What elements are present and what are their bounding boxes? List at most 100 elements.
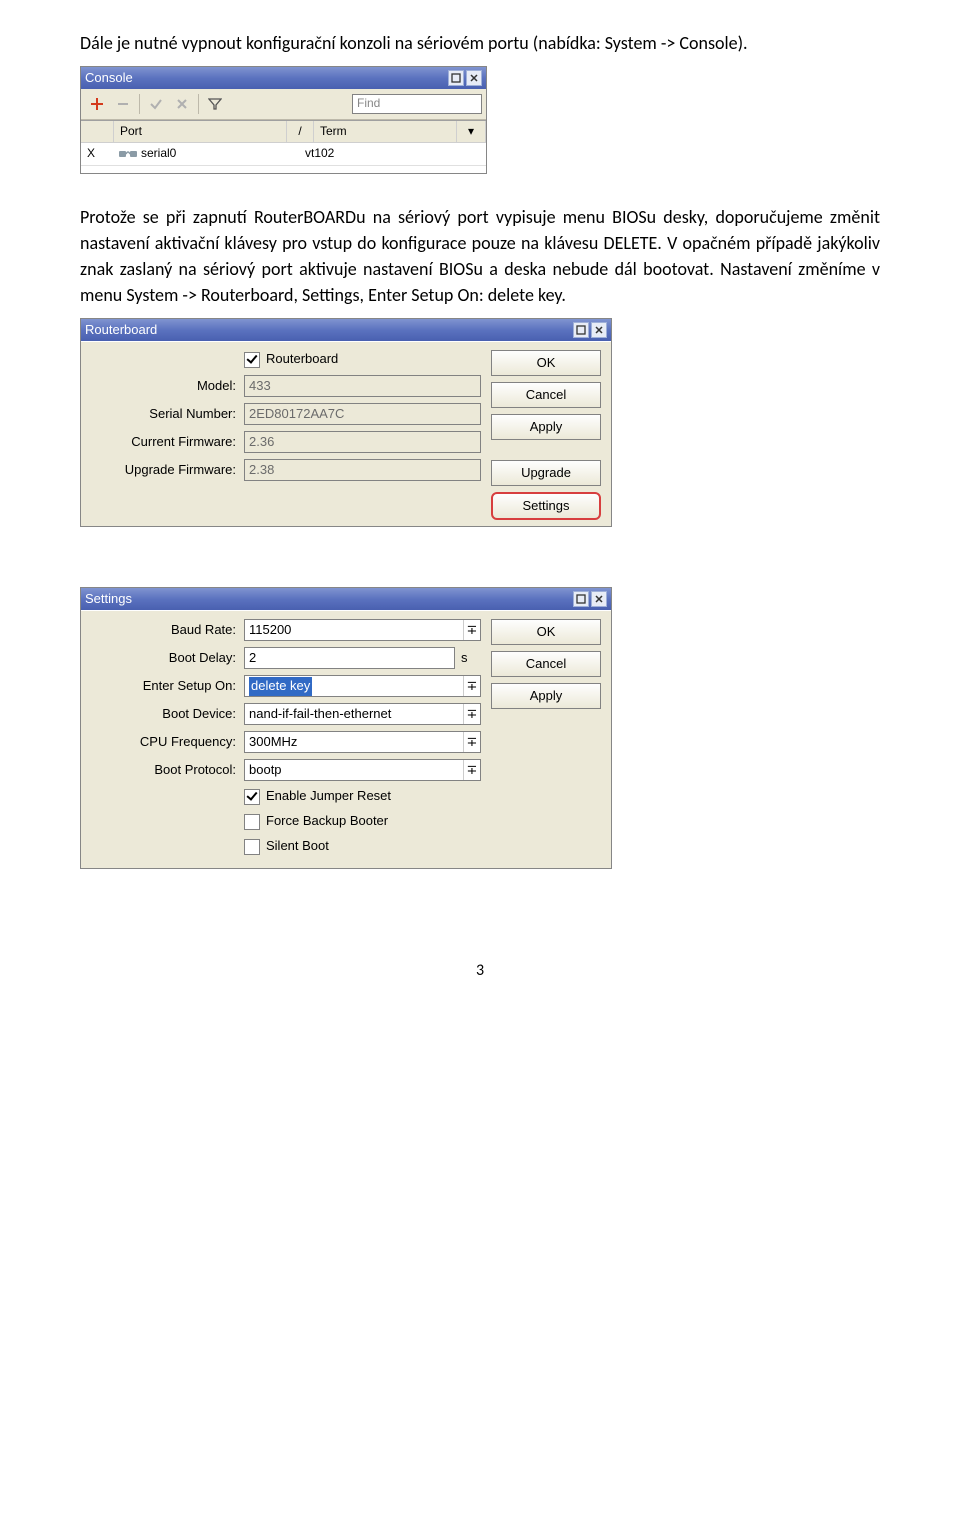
routerboard-checkbox-row: Routerboard: [91, 350, 481, 369]
chevron-down-icon: ∓: [463, 760, 480, 780]
routerboard-checkbox-label: Routerboard: [266, 350, 338, 369]
force-backup-checkbox[interactable]: [244, 814, 260, 830]
silent-boot-checkbox[interactable]: [244, 839, 260, 855]
settings-window: Settings Baud Rate: 115200 ∓ Boot Delay:…: [80, 587, 612, 869]
cancel-button[interactable]: Cancel: [491, 651, 601, 677]
apply-button[interactable]: Apply: [491, 414, 601, 440]
console-row[interactable]: X serial0 vt102: [81, 143, 486, 166]
find-input[interactable]: Find: [352, 94, 482, 114]
upgrade-button[interactable]: Upgrade: [491, 460, 601, 486]
console-window: Console Find Port / Term ▾: [80, 66, 487, 174]
row-port: serial0: [113, 143, 299, 165]
row-term: vt102: [299, 143, 486, 165]
boot-delay-input[interactable]: 2: [244, 647, 455, 669]
paragraph-2: Protože se při zapnutí RouterBOARDu na s…: [80, 204, 880, 308]
boot-protocol-row: Boot Protocol: bootp ∓: [91, 759, 481, 781]
boot-protocol-value: bootp: [249, 761, 282, 780]
console-title-bar[interactable]: Console: [81, 67, 486, 89]
close-icon[interactable]: [591, 322, 607, 338]
console-columns: Port / Term ▾: [81, 120, 486, 143]
col-dropdown-icon[interactable]: ▾: [457, 121, 486, 143]
routerboard-title-bar[interactable]: Routerboard: [81, 319, 611, 341]
boot-delay-label: Boot Delay:: [91, 649, 244, 668]
settings-buttons: OK Cancel Apply: [491, 619, 601, 862]
close-icon[interactable]: [466, 70, 482, 86]
maximize-icon[interactable]: [573, 322, 589, 338]
baud-rate-row: Baud Rate: 115200 ∓: [91, 619, 481, 641]
boot-delay-row: Boot Delay: 2 s: [91, 647, 481, 669]
toolbar-separator: [139, 94, 140, 114]
serial-label: Serial Number:: [91, 405, 244, 424]
enter-setup-value: delete key: [249, 677, 312, 696]
x-icon[interactable]: [170, 92, 194, 116]
routerboard-form: Routerboard Model: 433 Serial Number: 2E…: [91, 350, 481, 520]
cpu-freq-label: CPU Frequency:: [91, 733, 244, 752]
boot-device-select[interactable]: nand-if-fail-then-ethernet ∓: [244, 703, 481, 725]
console-toolbar: Find: [81, 89, 486, 120]
boot-device-row: Boot Device: nand-if-fail-then-ethernet …: [91, 703, 481, 725]
apply-button[interactable]: Apply: [491, 683, 601, 709]
row-flag: X: [81, 143, 113, 165]
baud-rate-select[interactable]: 115200 ∓: [244, 619, 481, 641]
check-icon[interactable]: [144, 92, 168, 116]
chevron-down-icon: ∓: [463, 704, 480, 724]
enter-setup-label: Enter Setup On:: [91, 677, 244, 696]
serial-value: 2ED80172AA7C: [244, 403, 481, 425]
settings-button[interactable]: Settings: [491, 492, 601, 520]
routerboard-title: Routerboard: [85, 321, 571, 340]
ok-button[interactable]: OK: [491, 619, 601, 645]
close-icon[interactable]: [591, 591, 607, 607]
ok-button[interactable]: OK: [491, 350, 601, 376]
page-number: 3: [80, 959, 880, 982]
settings-form: Baud Rate: 115200 ∓ Boot Delay: 2 s Ente…: [91, 619, 481, 862]
baud-rate-value: 115200: [249, 621, 291, 640]
console-title: Console: [85, 69, 446, 88]
cpu-freq-value: 300MHz: [249, 733, 297, 752]
model-row: Model: 433: [91, 375, 481, 397]
maximize-icon[interactable]: [448, 70, 464, 86]
chevron-down-icon: ∓: [463, 676, 480, 696]
cpu-freq-select[interactable]: 300MHz ∓: [244, 731, 481, 753]
plus-icon[interactable]: [85, 92, 109, 116]
maximize-icon[interactable]: [573, 591, 589, 607]
toolbar-separator: [198, 94, 199, 114]
funnel-icon[interactable]: [203, 92, 227, 116]
paragraph-1: Dále je nutné vypnout konfigurační konzo…: [80, 30, 880, 56]
settings-title-bar[interactable]: Settings: [81, 588, 611, 610]
force-backup-row: Force Backup Booter: [91, 812, 481, 831]
routerboard-buttons: OK Cancel Apply Upgrade Settings: [491, 350, 601, 520]
force-backup-label: Force Backup Booter: [266, 812, 388, 831]
boot-device-label: Boot Device:: [91, 705, 244, 724]
chevron-down-icon: ∓: [463, 620, 480, 640]
minus-icon[interactable]: [111, 92, 135, 116]
serial-port-icon: [119, 149, 137, 159]
current-firmware-row: Current Firmware: 2.36: [91, 431, 481, 453]
model-label: Model:: [91, 377, 244, 396]
upgrade-firmware-value: 2.38: [244, 459, 481, 481]
serial-row: Serial Number: 2ED80172AA7C: [91, 403, 481, 425]
row-port-text: serial0: [141, 145, 176, 162]
routerboard-window: Routerboard Routerboard Model: 433 Seria…: [80, 318, 612, 527]
upgrade-firmware-row: Upgrade Firmware: 2.38: [91, 459, 481, 481]
col-sort[interactable]: /: [287, 121, 314, 143]
enter-setup-row: Enter Setup On: delete key ∓: [91, 675, 481, 697]
silent-boot-row: Silent Boot: [91, 837, 481, 856]
enter-setup-select[interactable]: delete key ∓: [244, 675, 481, 697]
cpu-freq-row: CPU Frequency: 300MHz ∓: [91, 731, 481, 753]
upgrade-firmware-label: Upgrade Firmware:: [91, 461, 244, 480]
routerboard-checkbox[interactable]: [244, 352, 260, 368]
boot-protocol-label: Boot Protocol:: [91, 761, 244, 780]
settings-title: Settings: [85, 590, 571, 609]
boot-protocol-select[interactable]: bootp ∓: [244, 759, 481, 781]
cancel-button[interactable]: Cancel: [491, 382, 601, 408]
chevron-down-icon: ∓: [463, 732, 480, 752]
current-firmware-label: Current Firmware:: [91, 433, 244, 452]
boot-device-value: nand-if-fail-then-ethernet: [249, 705, 391, 724]
col-port[interactable]: Port: [114, 121, 287, 143]
col-term[interactable]: Term: [314, 121, 457, 143]
enable-jumper-row: Enable Jumper Reset: [91, 787, 481, 806]
enable-jumper-label: Enable Jumper Reset: [266, 787, 391, 806]
col-flag[interactable]: [81, 121, 114, 143]
current-firmware-value: 2.36: [244, 431, 481, 453]
enable-jumper-checkbox[interactable]: [244, 789, 260, 805]
